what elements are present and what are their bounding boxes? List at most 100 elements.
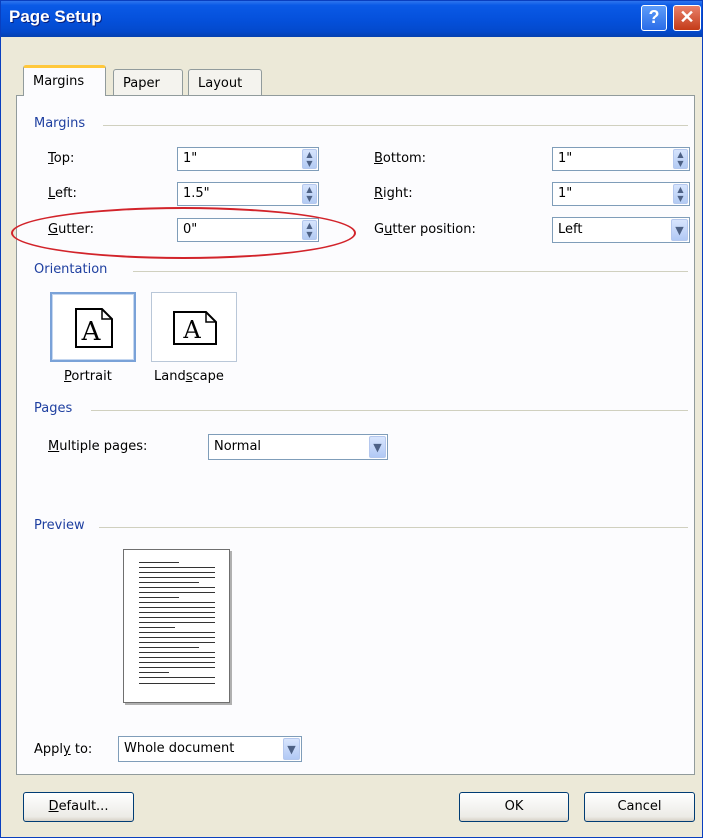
preview-line [139, 602, 215, 603]
preview-line [139, 562, 179, 563]
top-margin-value[interactable]: 1" [183, 151, 197, 166]
gutter-label: Gutter: [48, 222, 94, 237]
help-icon: ? [648, 7, 660, 27]
top-label: Top: [48, 151, 74, 166]
default-label-key: D [48, 799, 59, 814]
multiple-pages-value: Normal [214, 439, 262, 454]
right-label-rest: ight: [383, 186, 413, 201]
tab-layout[interactable]: Layout [188, 69, 262, 96]
multiple-pages-label-key: M [48, 439, 60, 454]
preview-line [139, 662, 215, 663]
apply-to-value: Whole document [124, 741, 235, 756]
orientation-group-label: Orientation [34, 262, 108, 277]
portrait-label: Portrait [64, 369, 112, 384]
gutter-position-label: Gutter position: [374, 222, 476, 237]
preview-line [139, 597, 179, 598]
bottom-label-key: B [374, 151, 383, 166]
close-button[interactable]: ✕ [673, 5, 701, 31]
preview-line [139, 587, 215, 588]
gutter-position-value: Left [558, 222, 583, 237]
top-margin-spinner[interactable]: 1" ▲ ▼ [177, 147, 319, 171]
bottom-margin-value[interactable]: 1" [558, 151, 572, 166]
default-label-rest: efault... [58, 799, 109, 814]
pages-group-label: Pages [34, 401, 73, 416]
gutter-label-key: G [48, 222, 59, 237]
preview-group-divider [99, 527, 688, 528]
gutter-spinner[interactable]: 0" ▲ ▼ [177, 218, 319, 242]
left-label-key: L [48, 186, 56, 201]
chevron-down-icon[interactable]: ▼ [671, 219, 688, 241]
preview-line [139, 567, 215, 568]
gutter-position-select[interactable]: Left ▼ [552, 217, 690, 243]
margins-tab-panel: Margins Top: 1" ▲ ▼ Left: 1.5" ▲ ▼ Gutter:… [16, 95, 695, 775]
portrait-glyph: A [81, 317, 102, 347]
tab-paper[interactable]: Paper [113, 69, 183, 96]
close-icon: ✕ [679, 7, 695, 27]
left-label: Left: [48, 186, 77, 201]
portrait-page-icon: A [75, 308, 113, 348]
apply-to-select[interactable]: Whole document ▼ [118, 736, 302, 762]
apply-to-label-prefix: Appl [34, 742, 64, 757]
preview-line [139, 677, 215, 678]
window-title: Page Setup [9, 7, 102, 26]
preview-line [139, 592, 215, 593]
bottom-label-rest: ottom: [382, 151, 427, 166]
tab-paper-label: Paper [123, 76, 160, 91]
portrait-label-rest: ortrait [71, 369, 112, 384]
gutter-position-label-prefix: G [374, 222, 385, 237]
orientation-group-divider [133, 271, 688, 272]
cancel-button[interactable]: Cancel [584, 792, 695, 822]
portrait-button[interactable]: A [50, 292, 136, 362]
right-spin-arrows-icon[interactable]: ▲ ▼ [673, 184, 688, 204]
gutter-value[interactable]: 0" [183, 222, 197, 237]
left-margin-spinner[interactable]: 1.5" ▲ ▼ [177, 182, 319, 206]
preview-line [139, 607, 215, 608]
preview-line [139, 642, 215, 643]
gutter-spin-arrows-icon[interactable]: ▲ ▼ [302, 220, 317, 240]
top-label-rest: op: [53, 151, 75, 166]
apply-to-label-rest: to: [70, 742, 93, 757]
preview-line [139, 622, 215, 623]
chevron-down-icon[interactable]: ▼ [283, 738, 300, 760]
landscape-page-icon: A [173, 311, 217, 345]
ok-button[interactable]: OK [459, 792, 569, 822]
margins-group-divider [103, 125, 688, 126]
preview-line [139, 632, 215, 633]
preview-page-thumbnail [123, 549, 230, 703]
multiple-pages-select[interactable]: Normal ▼ [208, 434, 388, 460]
landscape-button[interactable]: A [151, 292, 237, 362]
margins-group-label: Margins [34, 116, 86, 131]
bottom-margin-spinner[interactable]: 1" ▲ ▼ [552, 147, 690, 171]
preview-line [139, 637, 215, 638]
preview-line [139, 647, 199, 648]
tab-margins-label: Margins [33, 74, 85, 89]
left-margin-value[interactable]: 1.5" [183, 186, 210, 201]
top-spin-arrows-icon[interactable]: ▲ ▼ [302, 149, 317, 169]
landscape-label-prefix: Land [154, 369, 186, 384]
help-button[interactable]: ? [641, 5, 667, 31]
left-spin-arrows-icon[interactable]: ▲ ▼ [302, 184, 317, 204]
preview-line [139, 572, 215, 573]
page-setup-dialog: Page Setup ? ✕ Margins Paper Layout Marg… [0, 0, 703, 838]
pages-group-divider [91, 410, 688, 411]
multiple-pages-label: Multiple pages: [48, 439, 147, 454]
preview-line [139, 612, 215, 613]
preview-line [139, 683, 215, 684]
chevron-down-icon[interactable]: ▼ [369, 436, 386, 458]
right-margin-spinner[interactable]: 1" ▲ ▼ [552, 182, 690, 206]
preview-line [139, 582, 199, 583]
preview-line [139, 577, 215, 578]
gutter-label-rest: utter: [58, 222, 95, 237]
preview-line [139, 657, 215, 658]
landscape-label-rest: cape [192, 369, 224, 384]
title-bar[interactable]: Page Setup ? ✕ [1, 1, 702, 37]
landscape-label: Landscape [154, 369, 224, 384]
preview-line [139, 667, 215, 668]
multiple-pages-label-rest: ultiple pages: [59, 439, 148, 454]
tab-margins[interactable]: Margins [23, 65, 106, 96]
apply-to-label: Apply to: [34, 742, 92, 757]
default-button[interactable]: Default... [23, 792, 134, 822]
right-margin-value[interactable]: 1" [558, 186, 572, 201]
bottom-spin-arrows-icon[interactable]: ▲ ▼ [673, 149, 688, 169]
right-label-key: R [374, 186, 384, 201]
